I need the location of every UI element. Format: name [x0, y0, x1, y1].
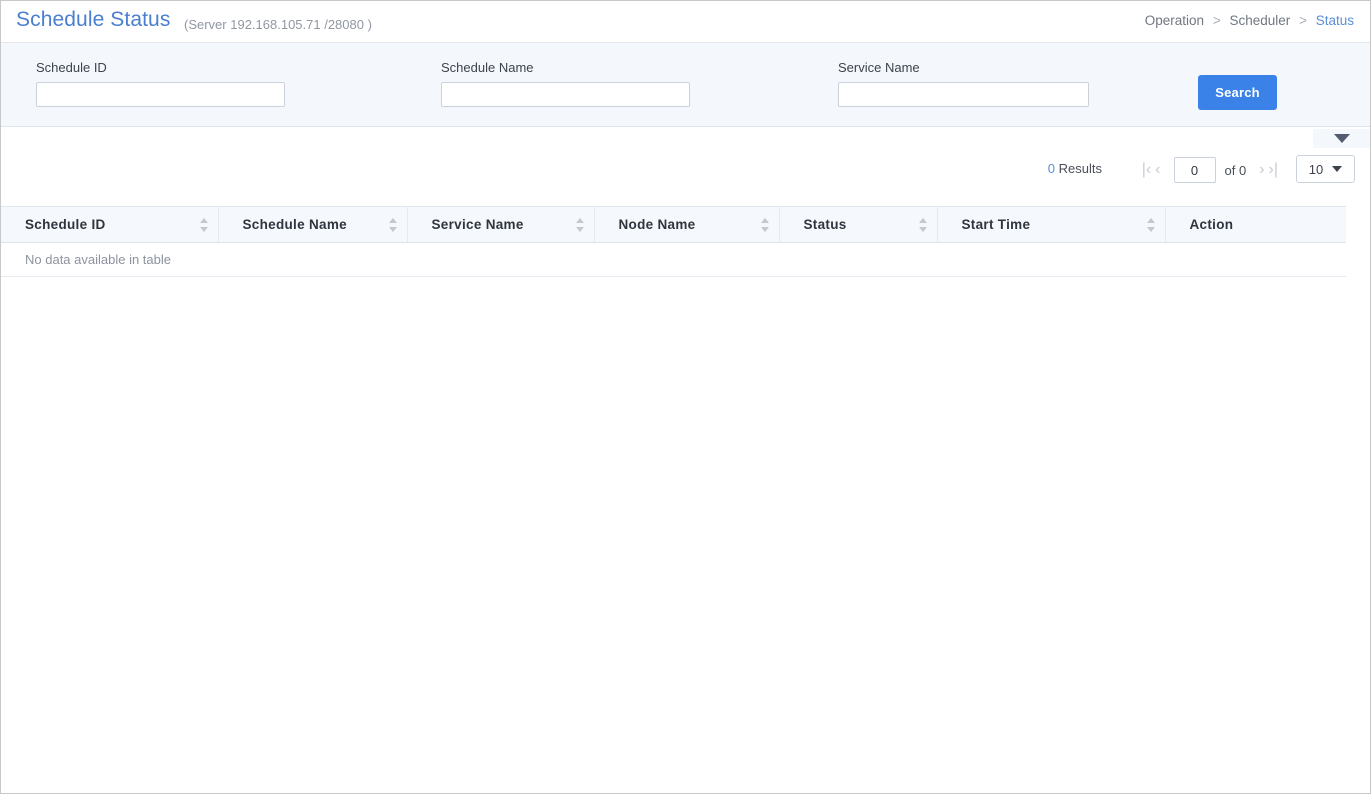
search-button[interactable]: Search	[1198, 75, 1277, 110]
server-info: (Server 192.168.105.71 /28080 )	[184, 17, 372, 32]
breadcrumb-item-operation[interactable]: Operation	[1145, 13, 1204, 28]
prev-page-button[interactable]: ‹	[1153, 162, 1162, 178]
table-header-row: Schedule ID Schedule Name Service Name N…	[1, 206, 1346, 243]
sort-icon[interactable]	[918, 217, 928, 233]
service-name-input[interactable]	[838, 82, 1089, 107]
column-header-schedule-id[interactable]: Schedule ID	[1, 206, 219, 243]
chevron-down-icon	[1332, 166, 1343, 172]
column-label: Start Time	[961, 217, 1031, 232]
page-size-select[interactable]: 10	[1296, 155, 1355, 183]
breadcrumb: Operation > Scheduler > Status	[1145, 13, 1354, 28]
page-title: Schedule Status	[16, 8, 171, 31]
table-toolbar: 0 Results |‹ ‹ of 0 › ›| 10	[1, 148, 1370, 206]
table-body: No data available in table	[1, 242, 1346, 277]
column-label: Node Name	[618, 217, 696, 232]
page-header: Schedule Status (Server 192.168.105.71 /…	[1, 1, 1370, 43]
breadcrumb-separator: >	[1212, 13, 1221, 28]
pagination: |‹ ‹ of 0 › ›|	[1140, 156, 1280, 184]
schedule-name-label: Schedule Name	[441, 60, 534, 75]
service-name-label: Service Name	[838, 60, 920, 75]
search-panel: Schedule ID Schedule Name Service Name	[1, 43, 1370, 127]
schedule-id-label: Schedule ID	[36, 60, 107, 75]
total-pages-label: of 0	[1224, 162, 1247, 178]
column-label: Schedule ID	[25, 217, 106, 232]
breadcrumb-item-status[interactable]: Status	[1316, 13, 1354, 28]
column-header-start-time[interactable]: Start Time	[937, 206, 1166, 243]
page-number-input[interactable]	[1173, 157, 1216, 183]
schedule-status-page: Schedule Status (Server 192.168.105.71 /…	[0, 0, 1371, 794]
sort-icon[interactable]	[388, 217, 398, 233]
column-label: Schedule Name	[242, 217, 347, 232]
sort-icon[interactable]	[199, 217, 209, 233]
last-page-button[interactable]: ›|	[1267, 162, 1280, 178]
breadcrumb-separator: >	[1299, 13, 1307, 28]
page-size-value: 10	[1308, 161, 1324, 177]
column-header-schedule-name[interactable]: Schedule Name	[218, 206, 408, 243]
schedule-id-field-group: Schedule ID	[36, 60, 285, 107]
sort-icon[interactable]	[1146, 217, 1156, 233]
results-count-number: 0	[1047, 161, 1056, 176]
column-label: Action	[1189, 217, 1234, 232]
schedule-id-input[interactable]	[36, 82, 285, 107]
results-count: 0 Results	[1048, 161, 1102, 176]
table-empty-row: No data available in table	[1, 242, 1346, 277]
column-header-node-name[interactable]: Node Name	[594, 206, 780, 243]
column-label: Status	[803, 217, 847, 232]
schedule-status-table: Schedule ID Schedule Name Service Name N…	[1, 206, 1346, 277]
next-page-button[interactable]: ›	[1257, 162, 1266, 178]
service-name-field-group: Service Name	[838, 60, 1089, 107]
schedule-name-field-group: Schedule Name	[441, 60, 690, 107]
no-data-message: No data available in table	[1, 242, 1346, 277]
triangle-down-icon	[1334, 134, 1350, 143]
collapse-search-panel-button[interactable]	[1313, 129, 1370, 148]
first-page-button[interactable]: |‹	[1140, 162, 1153, 178]
results-count-label: Results	[1058, 161, 1102, 176]
schedule-name-input[interactable]	[441, 82, 690, 107]
column-header-action: Action	[1165, 206, 1346, 243]
column-header-service-name[interactable]: Service Name	[407, 206, 595, 243]
column-header-status[interactable]: Status	[779, 206, 938, 243]
sort-icon[interactable]	[760, 217, 770, 233]
column-label: Service Name	[431, 217, 524, 232]
sort-icon[interactable]	[575, 217, 585, 233]
breadcrumb-item-scheduler[interactable]: Scheduler	[1230, 13, 1291, 28]
